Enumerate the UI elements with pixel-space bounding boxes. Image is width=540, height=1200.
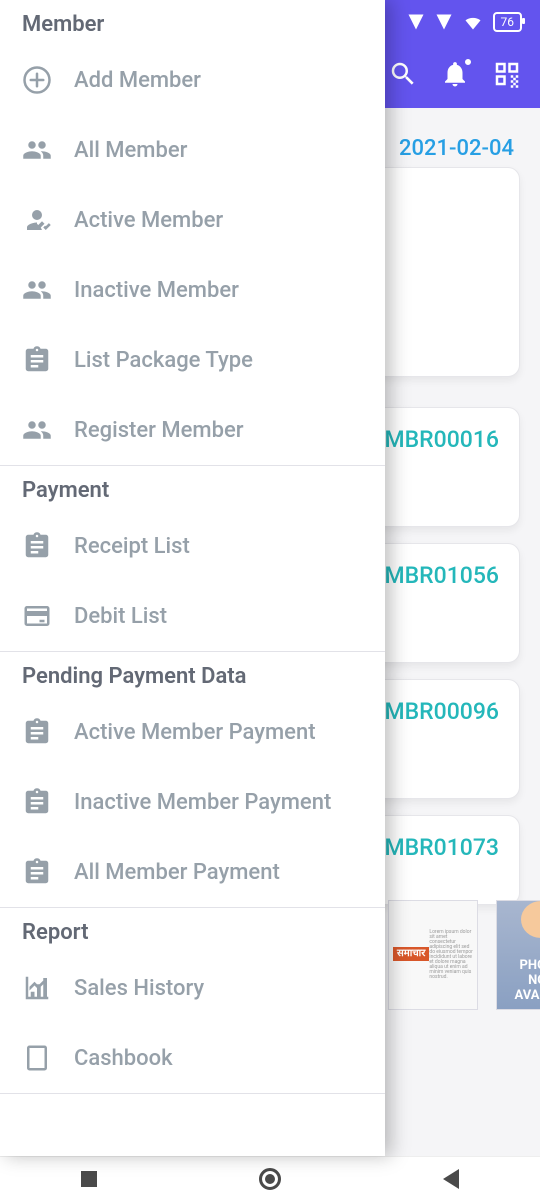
nav-item-inactive-member-payment[interactable]: Inactive Member Payment (0, 767, 385, 837)
chart-icon (22, 973, 52, 1003)
card-icon (22, 601, 52, 631)
nav-item-all-member-payment[interactable]: All Member Payment (0, 837, 385, 907)
nav-item-debit-list[interactable]: Debit List (0, 581, 385, 651)
nav-item-receipt-list[interactable]: Receipt List (0, 511, 385, 581)
nav-item-label: Active Member Payment (74, 720, 316, 745)
nav-item-active-member-payment[interactable]: Active Member Payment (0, 697, 385, 767)
nav-item-label: All Member (74, 138, 187, 163)
section-title-member: Member (0, 0, 385, 45)
divider (0, 1093, 385, 1094)
nav-item-all-member[interactable]: All Member (0, 115, 385, 185)
nav-item-add-member[interactable]: Add Member (0, 45, 385, 115)
nav-item-label: Register Member (74, 418, 244, 443)
section-title-pending: Pending Payment Data (0, 652, 385, 697)
users-icon (22, 275, 52, 305)
nav-item-register-member[interactable]: Register Member (0, 395, 385, 465)
nav-item-sales-history[interactable]: Sales History (0, 953, 385, 1023)
clipboard-icon (22, 345, 52, 375)
nav-item-label: Inactive Member Payment (74, 790, 331, 815)
clipboard-icon (22, 787, 52, 817)
nav-item-label: Debit List (74, 604, 167, 629)
nav-item-label: Receipt List (74, 534, 190, 559)
nav-item-label: Add Member (74, 68, 201, 93)
clipboard-icon (22, 857, 52, 887)
user-check-icon (22, 205, 52, 235)
nav-item-label: All Member Payment (74, 860, 280, 885)
nav-drawer: Member Add Member All Member Active Memb… (0, 0, 385, 1156)
nav-item-label: Inactive Member (74, 278, 239, 303)
clipboard-icon (22, 531, 52, 561)
nav-item-active-member[interactable]: Active Member (0, 185, 385, 255)
nav-item-label: Sales History (74, 976, 204, 1001)
nav-item-list-package-type[interactable]: List Package Type (0, 325, 385, 395)
section-title-payment: Payment (0, 466, 385, 511)
clipboard-icon (22, 717, 52, 747)
nav-item-inactive-member[interactable]: Inactive Member (0, 255, 385, 325)
nav-item-label: List Package Type (74, 348, 253, 373)
section-title-report: Report (0, 908, 385, 953)
users-icon (22, 415, 52, 445)
nav-item-label: Active Member (74, 208, 223, 233)
plus-circle-icon (22, 65, 52, 95)
nav-item-cashbook[interactable]: Cashbook (0, 1023, 385, 1093)
nav-item-label: Cashbook (74, 1046, 173, 1071)
book-icon (22, 1043, 52, 1073)
users-icon (22, 135, 52, 165)
